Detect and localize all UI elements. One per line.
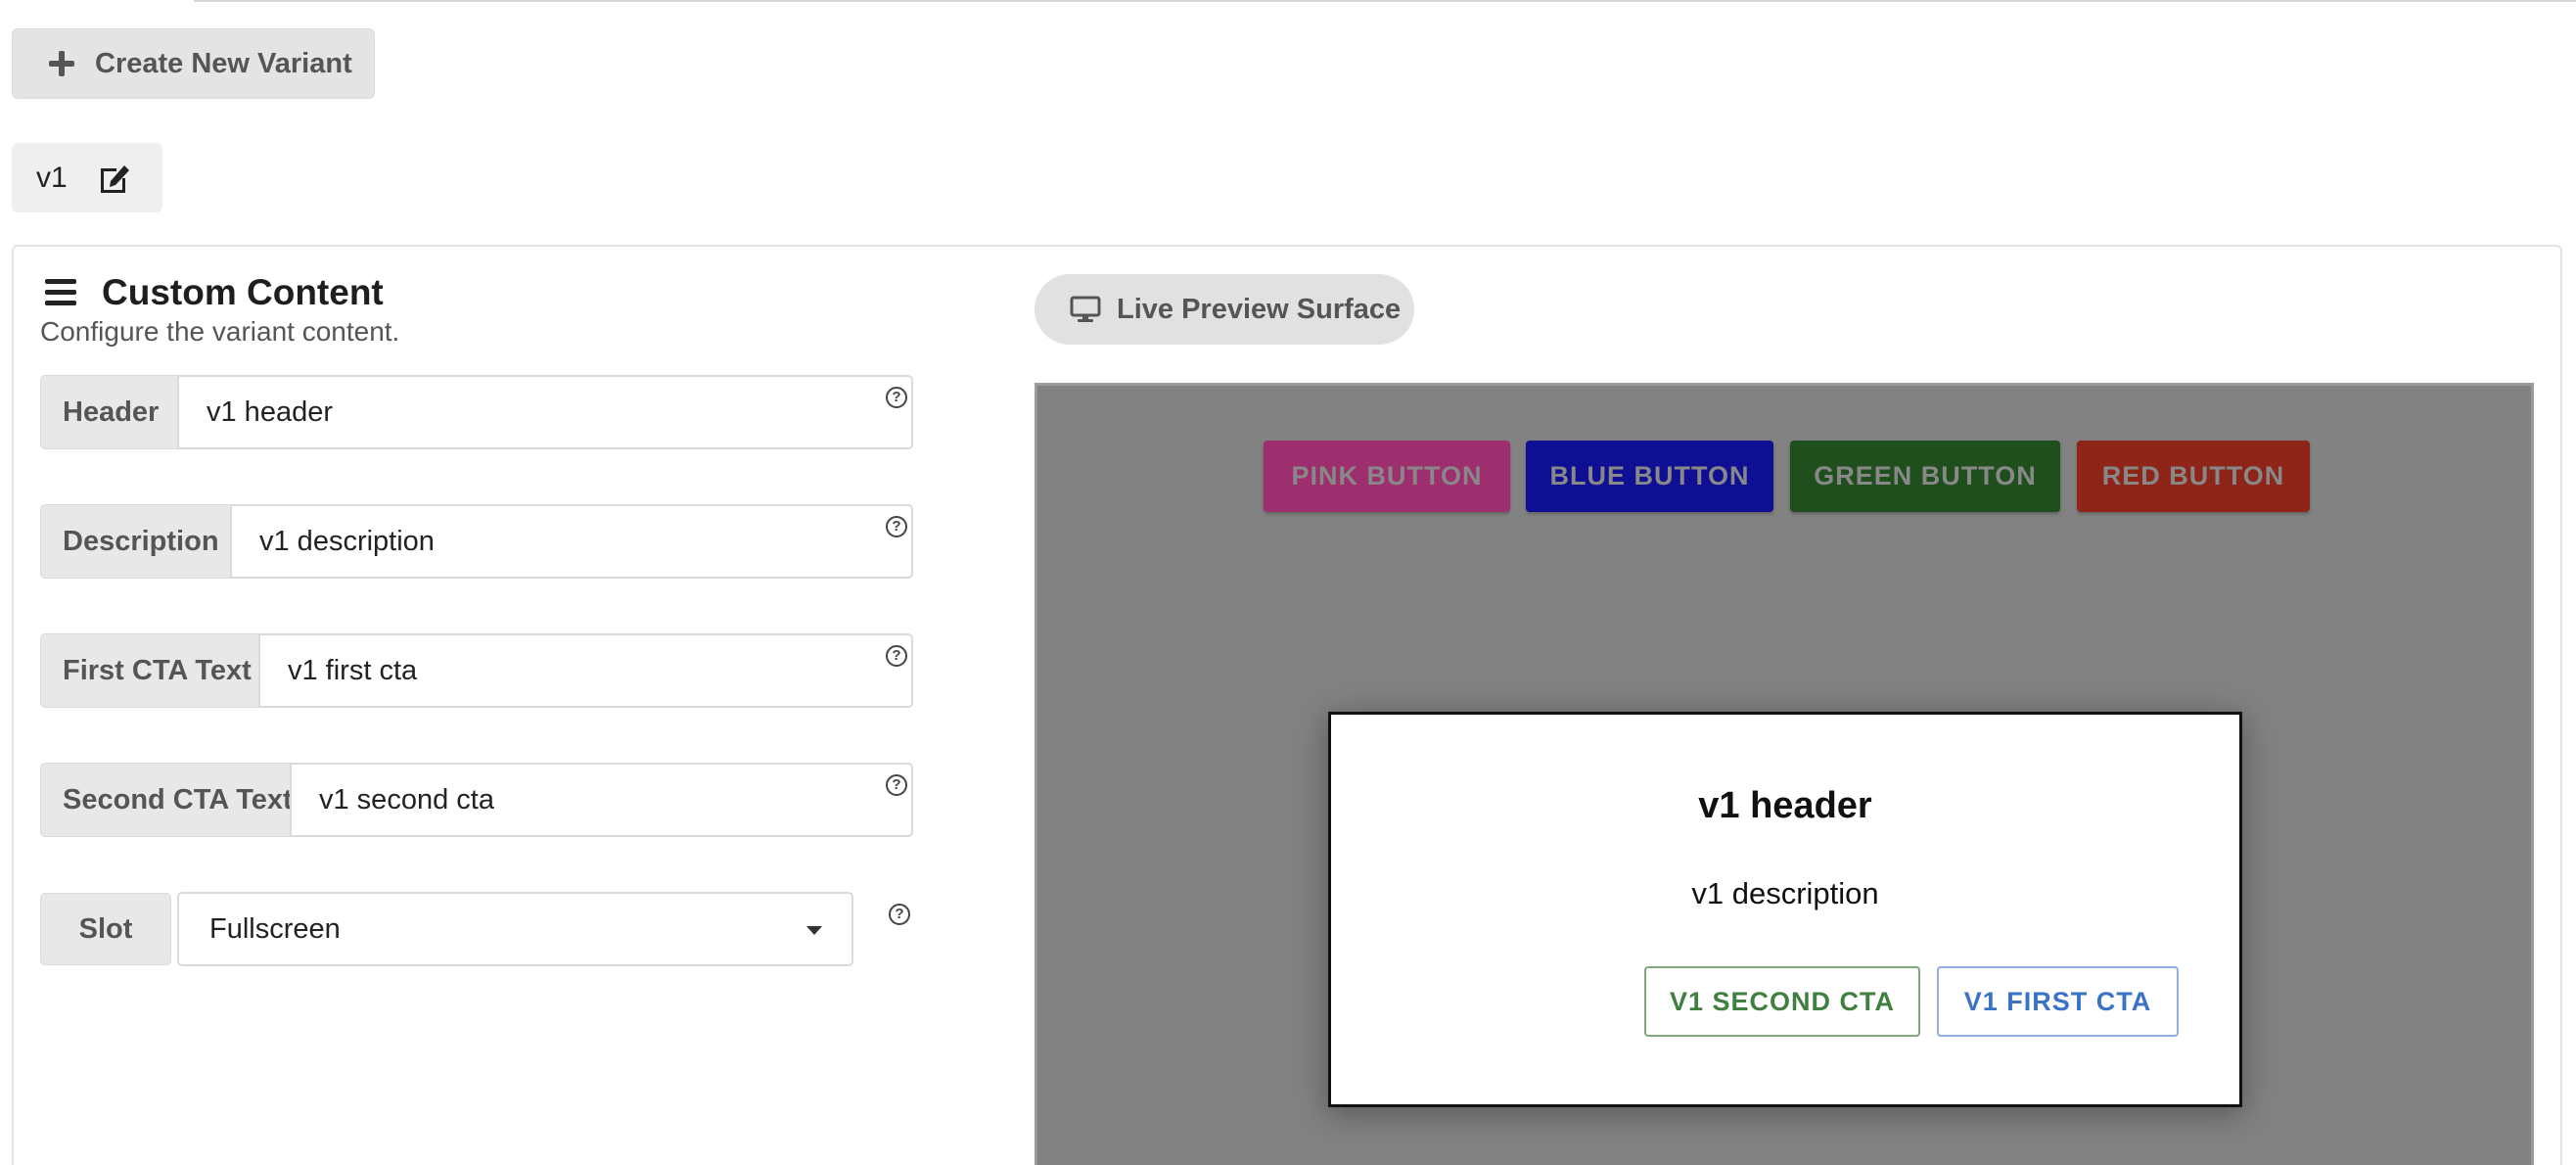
variant-tab-v1[interactable]: v1 <box>12 143 162 212</box>
header-help-icon[interactable]: ? <box>886 387 907 408</box>
edit-icon[interactable] <box>97 161 132 196</box>
modal-header: v1 header <box>1698 785 1872 826</box>
description-field: Description <box>40 504 913 579</box>
variant-tab-label: v1 <box>36 161 68 194</box>
plus-icon <box>48 50 75 77</box>
live-preview-surface-label: Live Preview Surface <box>1117 293 1402 325</box>
top-divider <box>194 0 2576 2</box>
header-field: Header <box>40 375 913 449</box>
second-cta-field-label: Second CTA Text <box>40 763 293 837</box>
preview-surface: PINK BUTTON BLUE BUTTON GREEN BUTTON RED… <box>1035 383 2534 1165</box>
description-help-icon[interactable]: ? <box>886 516 907 537</box>
first-cta-field: First CTA Text <box>40 633 913 708</box>
second-cta-help-icon[interactable]: ? <box>886 774 907 796</box>
modal-description: v1 description <box>1691 876 1879 910</box>
modal-first-cta-button[interactable]: V1 FIRST CTA <box>1937 966 2179 1037</box>
second-cta-field: Second CTA Text <box>40 763 913 837</box>
second-cta-input[interactable] <box>290 763 913 837</box>
live-preview-surface-pill[interactable]: Live Preview Surface <box>1035 274 1414 345</box>
first-cta-help-icon[interactable]: ? <box>886 645 907 667</box>
panel-title: Custom Content <box>102 272 384 312</box>
hamburger-menu-icon[interactable] <box>45 279 76 306</box>
slot-select[interactable]: Fullscreen <box>177 892 853 966</box>
slot-help-icon[interactable]: ? <box>889 904 910 925</box>
create-new-variant-label: Create New Variant <box>95 47 352 79</box>
header-field-label: Header <box>40 375 177 449</box>
create-new-variant-button[interactable]: Create New Variant <box>12 28 375 99</box>
description-field-label: Description <box>40 504 230 579</box>
blue-button[interactable]: BLUE BUTTON <box>1526 441 1773 512</box>
slot-selected-value: Fullscreen <box>209 912 341 945</box>
panel-subtitle: Configure the variant content. <box>40 316 400 347</box>
red-button[interactable]: RED BUTTON <box>2077 441 2310 512</box>
modal-second-cta-button[interactable]: V1 SECOND CTA <box>1644 966 1920 1037</box>
preview-modal: v1 header v1 description V1 SECOND CTA V… <box>1328 712 2242 1107</box>
green-button[interactable]: GREEN BUTTON <box>1790 441 2060 512</box>
monitor-icon <box>1070 295 1101 324</box>
caret-down-icon <box>806 926 822 935</box>
header-input[interactable] <box>177 375 913 449</box>
first-cta-field-label: First CTA Text <box>40 633 258 708</box>
slot-field-label: Slot <box>40 893 171 965</box>
description-input[interactable] <box>230 504 913 579</box>
first-cta-input[interactable] <box>258 633 913 708</box>
pink-button[interactable]: PINK BUTTON <box>1264 441 1510 512</box>
